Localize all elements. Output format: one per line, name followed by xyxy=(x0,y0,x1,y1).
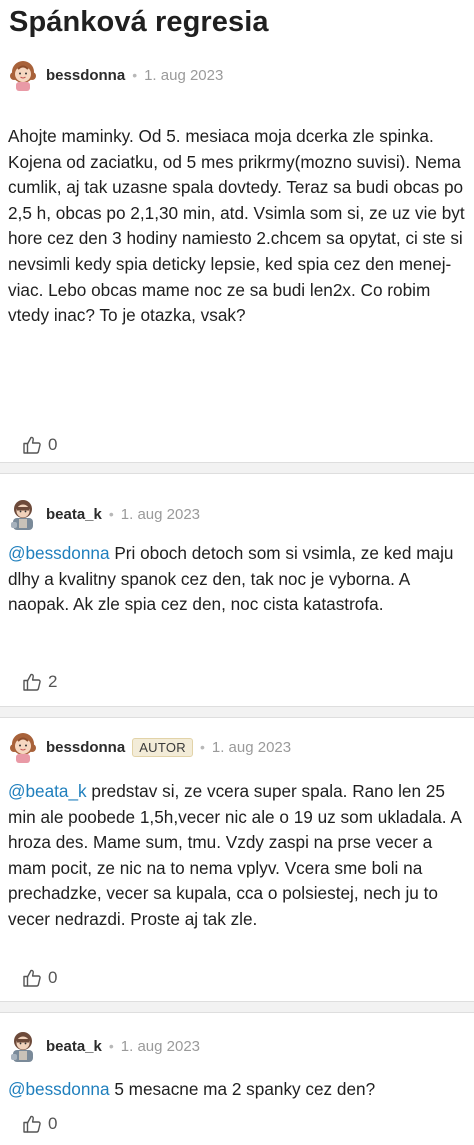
like-count: 0 xyxy=(48,968,58,987)
like-button[interactable]: 0 xyxy=(22,435,57,455)
post-text-content: Ahojte maminky. Od 5. mesiaca moja dcerk… xyxy=(8,126,465,326)
meta-separator: • xyxy=(199,739,205,755)
post-meta: beata_k • 1. aug 2023 xyxy=(8,497,200,531)
post-meta: bessdonna • 1. aug 2023 xyxy=(8,58,223,92)
post-text: @beata_k predstav si, ze vcera super spa… xyxy=(8,779,468,933)
post-divider xyxy=(0,706,474,718)
author-name[interactable]: bessdonna xyxy=(46,67,125,84)
meta-separator: • xyxy=(108,1038,114,1054)
meta-separator: • xyxy=(108,506,114,522)
like-count: 0 xyxy=(48,435,58,454)
girl-avatar-icon[interactable] xyxy=(8,59,38,91)
mention-link[interactable]: @bessdonna xyxy=(8,1079,110,1099)
author-name[interactable]: bessdonna xyxy=(46,739,125,756)
woman-avatar-icon[interactable] xyxy=(8,498,38,530)
author-badge: AUTOR xyxy=(132,737,193,757)
post-text-content: predstav si, ze vcera super spala. Rano … xyxy=(8,781,461,929)
meta-separator: • xyxy=(132,67,138,83)
like-count: 2 xyxy=(48,672,58,691)
post-divider xyxy=(0,1001,474,1013)
girl-avatar-icon[interactable] xyxy=(8,731,38,763)
post-date: 1. aug 2023 xyxy=(144,66,224,84)
mention-link[interactable]: @beata_k xyxy=(8,781,87,801)
thumbs-up-icon xyxy=(23,673,41,691)
post-meta: beata_k • 1. aug 2023 xyxy=(8,1029,200,1063)
post-date: 1. aug 2023 xyxy=(120,1037,201,1055)
post-text-content: 5 mesacne ma 2 spanky cez den? xyxy=(109,1079,376,1099)
mention-link[interactable]: @bessdonna xyxy=(8,543,110,563)
thumbs-up-icon xyxy=(23,436,41,454)
author-name[interactable]: beata_k xyxy=(46,1038,102,1055)
author-name[interactable]: beata_k xyxy=(46,506,102,523)
like-count: 0 xyxy=(48,1114,58,1133)
post-date: 1. aug 2023 xyxy=(120,505,201,523)
like-button[interactable]: 0 xyxy=(22,1114,57,1134)
post-text: @bessdonna 5 mesacne ma 2 spanky cez den… xyxy=(8,1077,468,1103)
post-text: @bessdonna Pri oboch detoch som si vsiml… xyxy=(8,541,468,618)
thumbs-up-icon xyxy=(23,1115,41,1133)
post-text: Ahojte maminky. Od 5. mesiaca moja dcerk… xyxy=(8,124,468,329)
woman-avatar-icon[interactable] xyxy=(8,1030,38,1062)
page-title: Spánková regresia xyxy=(9,6,269,38)
post-meta: bessdonna AUTOR • 1. aug 2023 xyxy=(8,730,291,764)
post-divider xyxy=(0,462,474,474)
post-date: 1. aug 2023 xyxy=(211,738,292,756)
like-button[interactable]: 0 xyxy=(22,968,57,988)
thumbs-up-icon xyxy=(23,969,41,987)
like-button[interactable]: 2 xyxy=(22,672,57,692)
